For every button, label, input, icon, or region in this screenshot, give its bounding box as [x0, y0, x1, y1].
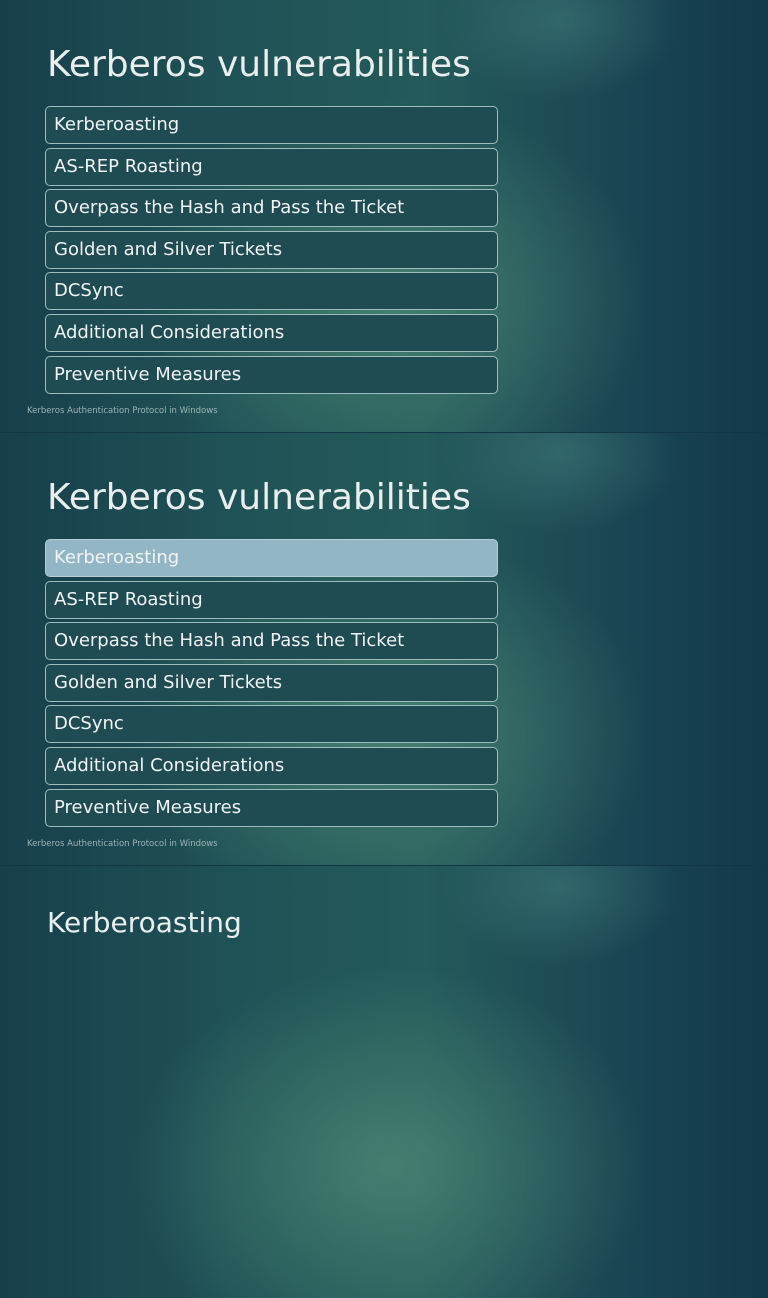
slide-agenda-highlight: Kerberos vulnerabilities Kerberoasting A… [0, 433, 768, 865]
slide-footer: Kerberos Authentication Protocol in Wind… [27, 839, 218, 849]
agenda-item-as-rep-roasting[interactable]: AS-REP Roasting [45, 580, 498, 619]
slide-kerberoasting: Kerberoasting [0, 866, 768, 1298]
agenda-item-overpass-the-hash[interactable]: Overpass the Hash and Pass the Ticket [45, 189, 498, 228]
agenda-list: Kerberoasting AS-REP Roasting Overpass t… [45, 106, 498, 397]
agenda-item-golden-silver-tickets[interactable]: Golden and Silver Tickets [45, 230, 498, 269]
agenda-list: Kerberoasting AS-REP Roasting Overpass t… [45, 539, 498, 830]
agenda-item-additional-considerations[interactable]: Additional Considerations [45, 746, 498, 785]
agenda-item-golden-silver-tickets[interactable]: Golden and Silver Tickets [45, 663, 498, 702]
agenda-item-preventive-measures[interactable]: Preventive Measures [45, 788, 498, 827]
agenda-item-overpass-the-hash[interactable]: Overpass the Hash and Pass the Ticket [45, 622, 498, 661]
agenda-item-dcsync[interactable]: DCSync [45, 705, 498, 744]
agenda-item-kerberoasting[interactable]: Kerberoasting [45, 539, 498, 577]
slide-title: Kerberos vulnerabilities [47, 477, 471, 518]
agenda-item-kerberoasting[interactable]: Kerberoasting [45, 106, 498, 144]
slide-footer: Kerberos Authentication Protocol in Wind… [27, 406, 218, 416]
agenda-item-as-rep-roasting[interactable]: AS-REP Roasting [45, 147, 498, 186]
slide-title: Kerberos vulnerabilities [47, 44, 471, 85]
agenda-item-dcsync[interactable]: DCSync [45, 272, 498, 311]
slide-agenda: Kerberos vulnerabilities Kerberoasting A… [0, 0, 768, 432]
agenda-item-additional-considerations[interactable]: Additional Considerations [45, 313, 498, 352]
slide-title: Kerberoasting [47, 906, 242, 939]
agenda-item-preventive-measures[interactable]: Preventive Measures [45, 355, 498, 394]
